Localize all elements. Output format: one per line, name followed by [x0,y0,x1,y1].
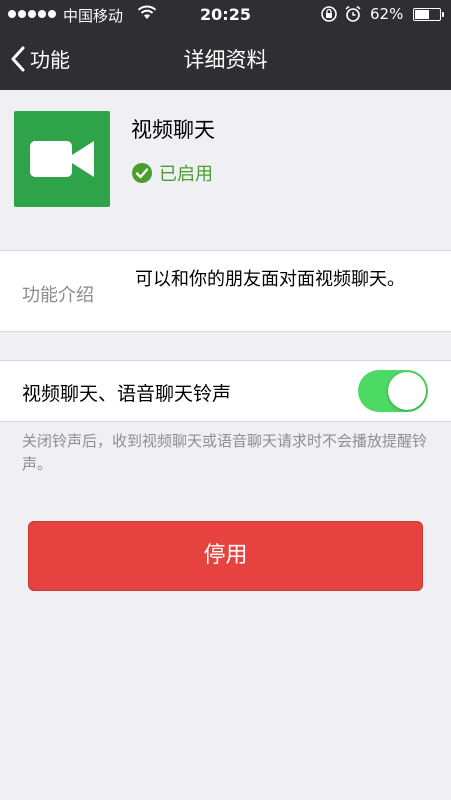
feature-status-text: 已启用 [159,164,213,185]
ringtone-note: 关闭铃声后，收到视频聊天或语音聊天请求时不会播放提醒铃声。 [22,432,428,473]
check-circle-icon [132,163,152,183]
toggle-knob [388,372,426,410]
top-bar: 中国移动 20:25 62% 功能 详细资料 [0,0,451,90]
navigation-bar: 功能 详细资料 [0,30,451,90]
page-title: 详细资料 [183,48,268,72]
feature-intro-row: 功能介绍 可以和你的朋友面对面视频聊天。 [0,250,451,332]
video-camera-icon [30,141,94,177]
intro-label: 功能介绍 [22,285,94,306]
feature-status: 已启用 [131,160,213,186]
status-bar: 中国移动 20:25 62% [0,0,451,30]
battery-level [415,10,429,19]
rotation-lock-icon [321,6,337,22]
battery-icon [413,8,441,21]
ringtone-toggle[interactable] [358,370,428,412]
battery-percent: 62% [370,5,404,23]
battery-tip [442,12,444,17]
disable-button[interactable]: 停用 [28,521,423,591]
alarm-clock-icon [345,5,361,22]
feature-name: 视频聊天 [131,118,215,142]
feature-profile: 视频聊天 已启用 [0,90,451,225]
ringtone-label: 视频聊天、语音聊天铃声 [22,383,232,405]
intro-text: 可以和你的朋友面对面视频聊天。 [135,269,405,290]
ringtone-setting-row: 视频聊天、语音聊天铃声 [0,360,451,422]
feature-icon [14,111,110,207]
